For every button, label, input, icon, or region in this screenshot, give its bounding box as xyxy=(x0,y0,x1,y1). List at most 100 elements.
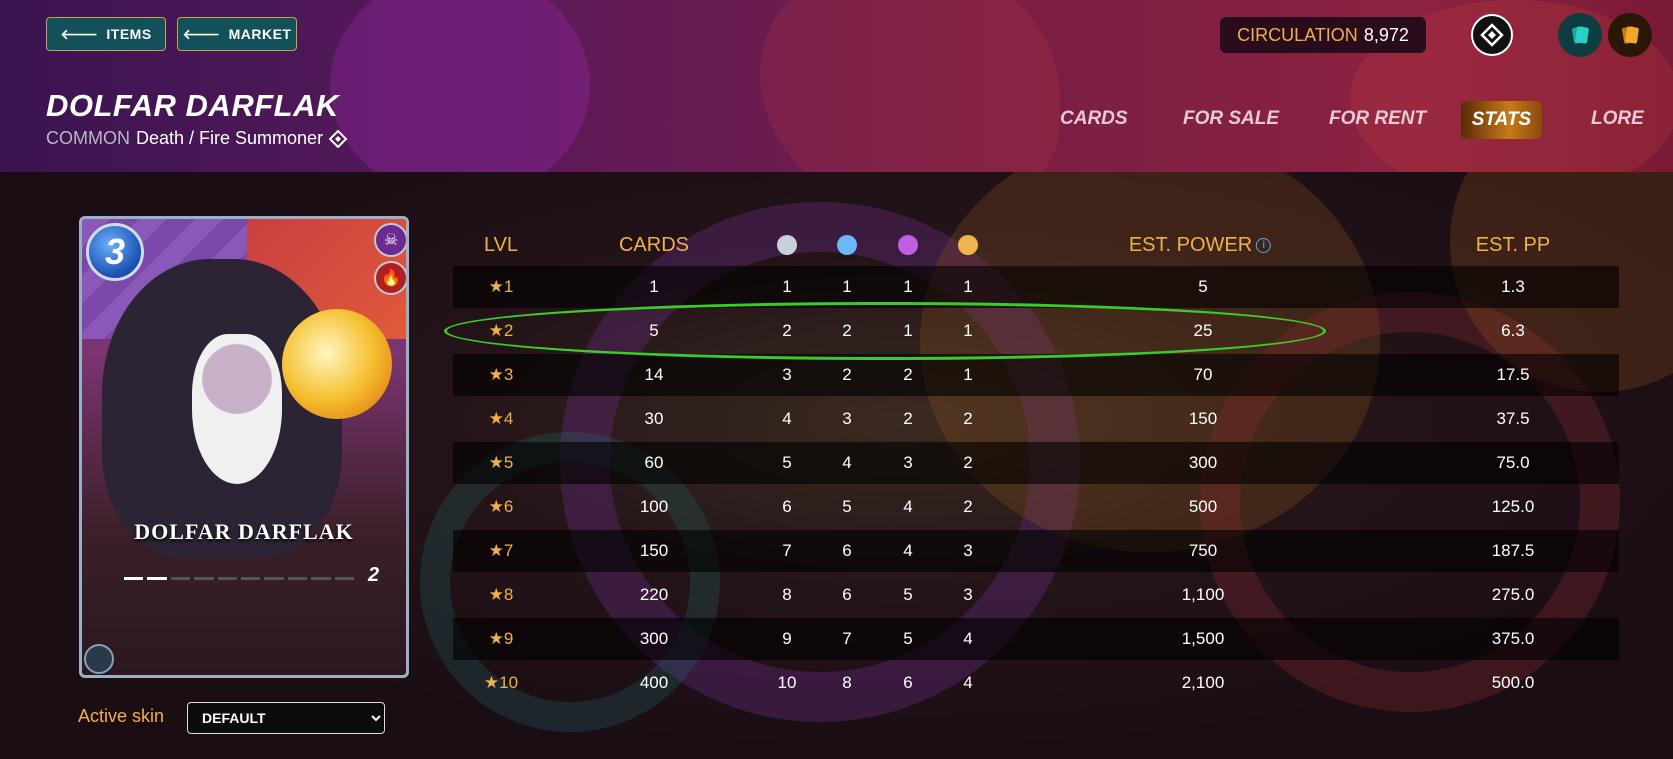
tab-for-rent[interactable]: FOR RENT xyxy=(1329,108,1426,130)
cell-e3: 5 xyxy=(903,585,913,604)
cell-lvl: ★1 xyxy=(489,266,514,308)
level-value: 8 xyxy=(503,585,514,604)
cell-e4: 4 xyxy=(963,673,973,692)
cell-e3: 6 xyxy=(903,673,913,692)
cell-e1: 2 xyxy=(782,321,792,340)
tab-cards[interactable]: CARDS xyxy=(1060,108,1128,130)
header-est-power: EST. POWER i xyxy=(1129,234,1272,257)
cell-e1: 1 xyxy=(782,277,792,296)
type-line: Death / Fire Summoner xyxy=(136,128,324,148)
edition-diamond-icon xyxy=(329,129,348,148)
cell-e4: 1 xyxy=(963,365,973,384)
cards-view-button[interactable] xyxy=(1558,13,1602,57)
cell-e3: 1 xyxy=(903,321,913,340)
table-row: ★1 1 1 1 1 1 5 1.3 xyxy=(453,266,1619,308)
cell-pp: 375.0 xyxy=(1491,629,1535,648)
cell-power: 150 xyxy=(1188,409,1218,428)
cell-power: 2,100 xyxy=(1181,673,1225,692)
gold-foil-dot-icon xyxy=(958,235,978,255)
cell-pp: 6.3 xyxy=(1501,321,1525,340)
cell-power: 5 xyxy=(1198,277,1208,296)
cell-power: 1,100 xyxy=(1181,585,1225,604)
cell-e4: 2 xyxy=(963,497,973,516)
card-level-progress xyxy=(124,577,355,581)
table-row: ★7 150 7 6 4 3 750 187.5 xyxy=(453,530,1619,572)
cell-e2: 6 xyxy=(842,541,852,560)
star-icon: ★ xyxy=(488,453,504,472)
cell-power: 750 xyxy=(1188,541,1218,560)
cell-power: 70 xyxy=(1193,365,1213,384)
star-icon: ★ xyxy=(488,409,504,428)
items-button-label: ITEMS xyxy=(106,26,152,42)
cell-power: 1,500 xyxy=(1181,629,1225,648)
cell-cards: 300 xyxy=(639,629,669,648)
cell-e2: 6 xyxy=(842,585,852,604)
header-cards: CARDS xyxy=(618,234,690,256)
cell-pp: 17.5 xyxy=(1496,365,1530,384)
table-row: ★2 5 2 2 1 1 25 6.3 xyxy=(453,310,1619,352)
star-icon: ★ xyxy=(488,541,504,560)
cell-e2: 1 xyxy=(842,277,852,296)
cell-lvl: ★7 xyxy=(489,530,514,572)
card-image: 3 ☠ 🔥 DOLFAR DARFLAK 2 xyxy=(79,216,409,678)
cell-lvl: ★5 xyxy=(489,442,514,484)
tab-lore[interactable]: LORE xyxy=(1591,108,1644,130)
star-icon: ★ xyxy=(488,277,504,296)
circulation-value: 8,972 xyxy=(1363,24,1409,45)
cards-icon xyxy=(1572,26,1589,44)
cell-e4: 3 xyxy=(963,541,973,560)
card-art-dwarf xyxy=(192,334,282,484)
page-title: DOLFAR DARFLAK xyxy=(46,88,339,123)
cell-lvl: ★2 xyxy=(489,310,514,352)
cell-e3: 5 xyxy=(903,629,913,648)
cell-e3: 1 xyxy=(903,277,913,296)
cell-e4: 3 xyxy=(963,585,973,604)
cell-pp: 75.0 xyxy=(1496,453,1530,472)
tab-stats[interactable]: STATS xyxy=(1461,101,1542,139)
star-icon: ★ xyxy=(488,629,504,648)
table-row: ★5 60 5 4 3 2 300 75.0 xyxy=(453,442,1619,484)
cell-lvl: ★6 xyxy=(489,486,514,528)
cell-lvl: ★9 xyxy=(489,618,514,660)
level-value: 5 xyxy=(503,453,514,472)
cell-e3: 3 xyxy=(903,453,913,472)
star-icon: ★ xyxy=(488,585,504,604)
cell-cards: 220 xyxy=(639,585,669,604)
cell-pp: 125.0 xyxy=(1491,497,1535,516)
cell-e1: 7 xyxy=(782,541,792,560)
cell-pp: 37.5 xyxy=(1496,409,1530,428)
cell-cards: 5 xyxy=(649,321,659,340)
cell-lvl: ★3 xyxy=(489,354,514,396)
cell-cards: 100 xyxy=(639,497,669,516)
cell-e2: 2 xyxy=(842,365,852,384)
card-subtitle: COMMON Death / Fire Summoner xyxy=(46,128,348,149)
fire-icon: 🔥 xyxy=(374,261,406,295)
gold-edition-dot-icon xyxy=(898,235,918,255)
card-name: DOLFAR DARFLAK xyxy=(134,519,354,544)
packs-view-button[interactable] xyxy=(1608,13,1652,57)
tab-for-sale[interactable]: FOR SALE xyxy=(1183,108,1279,130)
cell-pp: 187.5 xyxy=(1491,541,1535,560)
cell-e3: 2 xyxy=(903,409,913,428)
header-lvl: LVL xyxy=(483,234,519,256)
star-icon: ★ xyxy=(483,673,500,692)
circulation-label: CIRCULATION xyxy=(1237,24,1358,45)
cards-gold-icon xyxy=(1622,26,1639,44)
cell-e3: 4 xyxy=(903,497,913,516)
skull-icon: ☠ xyxy=(374,223,406,257)
table-row: ★4 30 4 3 2 2 150 37.5 xyxy=(453,398,1619,440)
info-icon[interactable]: i xyxy=(1256,238,1272,253)
cell-e1: 3 xyxy=(782,365,792,384)
cell-e1: 9 xyxy=(782,629,792,648)
cell-e2: 3 xyxy=(842,409,852,428)
cell-e1: 8 xyxy=(782,585,792,604)
items-back-button[interactable]: 🡐 ITEMS xyxy=(46,17,166,51)
edition-diamond-button[interactable] xyxy=(1471,14,1513,56)
mana-cost: 3 xyxy=(86,223,144,281)
skull-background-art xyxy=(330,0,590,172)
cell-e1: 10 xyxy=(777,673,797,692)
market-back-button[interactable]: 🡐 MARKET xyxy=(177,17,297,51)
level-value: 6 xyxy=(503,497,514,516)
level-value: 1 xyxy=(503,277,514,296)
skin-select[interactable]: DEFAULT xyxy=(187,702,385,734)
